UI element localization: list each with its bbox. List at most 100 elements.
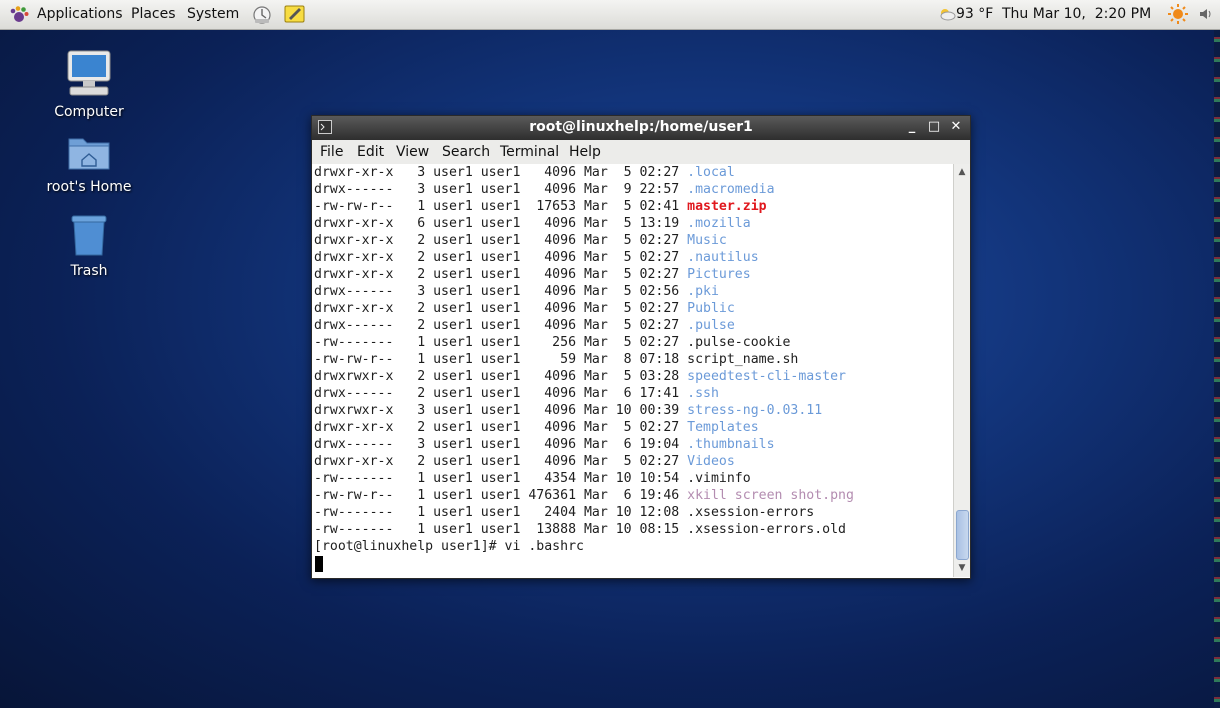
file-name: .pulse [687, 318, 735, 333]
terminal-line: drwx------ 2 user1 user1 4096 Mar 5 02:2… [314, 317, 735, 334]
menu-search[interactable]: Search [442, 144, 490, 160]
menu-applications[interactable]: Applications [37, 6, 123, 22]
scroll-thumb[interactable] [956, 510, 969, 560]
menu-edit[interactable]: Edit [357, 144, 384, 160]
file-metadata: drwx------ 3 user1 user1 4096 Mar 6 19:0… [314, 437, 688, 452]
file-metadata: drwxr-xr-x 2 user1 user1 4096 Mar 5 02:2… [314, 233, 688, 248]
text-cursor [315, 556, 323, 572]
file-metadata: drwxr-xr-x 2 user1 user1 4096 Mar 5 02:2… [314, 301, 688, 316]
file-metadata: drwx------ 3 user1 user1 4096 Mar 5 02:5… [314, 284, 688, 299]
menu-system[interactable]: System [187, 6, 239, 22]
file-metadata: drwxr-xr-x 6 user1 user1 4096 Mar 5 13:1… [314, 216, 688, 231]
window-titlebar[interactable]: root@linuxhelp:/home/user1 _ □ ✕ [312, 116, 970, 140]
file-metadata: drwxr-xr-x 2 user1 user1 4096 Mar 5 02:2… [314, 454, 688, 469]
menu-help[interactable]: Help [569, 144, 601, 160]
file-name: .macromedia [687, 182, 775, 197]
file-metadata: drwxr-xr-x 2 user1 user1 4096 Mar 5 02:2… [314, 267, 688, 282]
file-metadata: -rw-rw-r-- 1 user1 user1 59 Mar 8 07:18 [314, 352, 688, 367]
file-metadata: drwxr-xr-x 2 user1 user1 4096 Mar 5 02:2… [314, 420, 688, 435]
file-metadata: -rw-rw-r-- 1 user1 user1 476361 Mar 6 19… [314, 488, 688, 503]
file-metadata: -rw------- 1 user1 user1 2404 Mar 10 12:… [314, 505, 688, 520]
desktop-trash[interactable]: Trash [39, 213, 139, 279]
terminal-line: drwxr-xr-x 2 user1 user1 4096 Mar 5 02:2… [314, 266, 751, 283]
file-name: Public [687, 301, 735, 316]
close-icon[interactable]: ✕ [948, 119, 964, 135]
terminal-line: drwxr-xr-x 3 user1 user1 4096 Mar 5 02:2… [314, 164, 735, 181]
terminal-line: -rw------- 1 user1 user1 4354 Mar 10 10:… [314, 470, 751, 487]
applications-foot-icon[interactable] [9, 5, 31, 25]
screen-edge-artifact [1214, 30, 1220, 708]
file-name: xkill screen shot.png [687, 488, 854, 503]
update-sun-icon[interactable] [1167, 3, 1189, 29]
window-title: root@linuxhelp:/home/user1 [529, 119, 753, 135]
terminal-line: -rw-rw-r-- 1 user1 user1 476361 Mar 6 19… [314, 487, 854, 504]
file-metadata: -rw------- 1 user1 user1 256 Mar 5 02:27 [314, 335, 688, 350]
file-name: Pictures [687, 267, 751, 282]
file-metadata: drwx------ 2 user1 user1 4096 Mar 6 17:4… [314, 386, 688, 401]
file-name: speedtest-cli-master [687, 369, 846, 384]
file-metadata: drwx------ 2 user1 user1 4096 Mar 5 02:2… [314, 318, 688, 333]
shell-prompt: [root@linuxhelp user1]# vi .bashrc [314, 539, 584, 554]
desktop-icon-label: Computer [54, 104, 124, 120]
top-panel: Applications Places System 93 °F Thu Mar… [0, 0, 1220, 30]
file-name: .mozilla [687, 216, 751, 231]
terminal-line: drwx------ 3 user1 user1 4096 Mar 9 22:5… [314, 181, 775, 198]
file-metadata: drwxr-xr-x 3 user1 user1 4096 Mar 5 02:2… [314, 165, 688, 180]
home-folder-icon [39, 133, 139, 177]
file-name: .ssh [687, 386, 719, 401]
file-metadata: -rw-rw-r-- 1 user1 user1 17653 Mar 5 02:… [314, 199, 688, 214]
terminal-line: drwxr-xr-x 6 user1 user1 4096 Mar 5 13:1… [314, 215, 751, 232]
file-name: .nautilus [687, 250, 759, 265]
terminal-window: root@linuxhelp:/home/user1 _ □ ✕ File Ed… [311, 115, 971, 579]
terminal-line: drwxrwxr-x 3 user1 user1 4096 Mar 10 00:… [314, 402, 822, 419]
terminal-line: -rw------- 1 user1 user1 2404 Mar 10 12:… [314, 504, 814, 521]
terminal-line: drwxr-xr-x 2 user1 user1 4096 Mar 5 02:2… [314, 453, 735, 470]
menu-file[interactable]: File [320, 144, 343, 160]
terminal-scrollbar[interactable]: ▲ ▼ [953, 164, 970, 577]
terminal-line: drwxr-xr-x 2 user1 user1 4096 Mar 5 02:2… [314, 249, 759, 266]
file-name: .thumbnails [687, 437, 775, 452]
text-editor-launcher-icon[interactable] [284, 4, 306, 24]
file-name: master.zip [687, 199, 767, 214]
clock[interactable]: Thu Mar 10, 2:20 PM [1002, 6, 1151, 22]
volume-icon[interactable] [1198, 6, 1214, 26]
terminal-line: drwx------ 3 user1 user1 4096 Mar 6 19:0… [314, 436, 775, 453]
terminal-line: drwxrwxr-x 2 user1 user1 4096 Mar 5 03:2… [314, 368, 846, 385]
desktop-icon-label: Trash [70, 263, 108, 279]
desktop-home-folder[interactable]: root's Home [39, 133, 139, 195]
file-name: .pulse-cookie [687, 335, 791, 350]
file-metadata: -rw------- 1 user1 user1 4354 Mar 10 10:… [314, 471, 688, 486]
scroll-up-icon[interactable]: ▲ [954, 165, 970, 179]
terminal-line: drwx------ 2 user1 user1 4096 Mar 6 17:4… [314, 385, 719, 402]
file-name: .viminfo [687, 471, 751, 486]
terminal-line: drwx------ 3 user1 user1 4096 Mar 5 02:5… [314, 283, 719, 300]
desktop-icon-label: root's Home [46, 179, 132, 195]
terminal-line: drwxr-xr-x 2 user1 user1 4096 Mar 5 02:2… [314, 419, 759, 436]
menu-places[interactable]: Places [131, 6, 176, 22]
file-name: Templates [687, 420, 759, 435]
terminal-line: -rw-rw-r-- 1 user1 user1 59 Mar 8 07:18 … [314, 351, 798, 368]
file-name: Videos [687, 454, 735, 469]
file-name: Music [687, 233, 727, 248]
file-name: script_name.sh [687, 352, 799, 367]
maximize-icon[interactable]: □ [926, 119, 942, 135]
terminal-line: drwxr-xr-x 2 user1 user1 4096 Mar 5 02:2… [314, 232, 727, 249]
file-metadata: -rw------- 1 user1 user1 13888 Mar 10 08… [314, 522, 688, 537]
weather-temperature[interactable]: 93 °F [956, 6, 993, 22]
weather-icon[interactable] [938, 7, 956, 25]
network-launcher-icon[interactable] [251, 4, 273, 24]
file-metadata: drwxr-xr-x 2 user1 user1 4096 Mar 5 02:2… [314, 250, 688, 265]
file-name: .pki [687, 284, 719, 299]
trash-icon [39, 213, 139, 261]
scroll-down-icon[interactable]: ▼ [954, 561, 970, 575]
terminal-line: -rw-rw-r-- 1 user1 user1 17653 Mar 5 02:… [314, 198, 767, 215]
minimize-icon[interactable]: _ [904, 119, 920, 135]
file-metadata: drwx------ 3 user1 user1 4096 Mar 9 22:5… [314, 182, 688, 197]
menu-terminal[interactable]: Terminal [500, 144, 559, 160]
terminal-output[interactable]: drwxr-xr-x 3 user1 user1 4096 Mar 5 02:2… [312, 164, 953, 577]
file-metadata: drwxrwxr-x 3 user1 user1 4096 Mar 10 00:… [314, 403, 688, 418]
menu-view[interactable]: View [396, 144, 429, 160]
desktop-computer[interactable]: Computer [39, 48, 139, 120]
terminal-line: -rw------- 1 user1 user1 256 Mar 5 02:27… [314, 334, 790, 351]
file-name: stress-ng-0.03.11 [687, 403, 823, 418]
